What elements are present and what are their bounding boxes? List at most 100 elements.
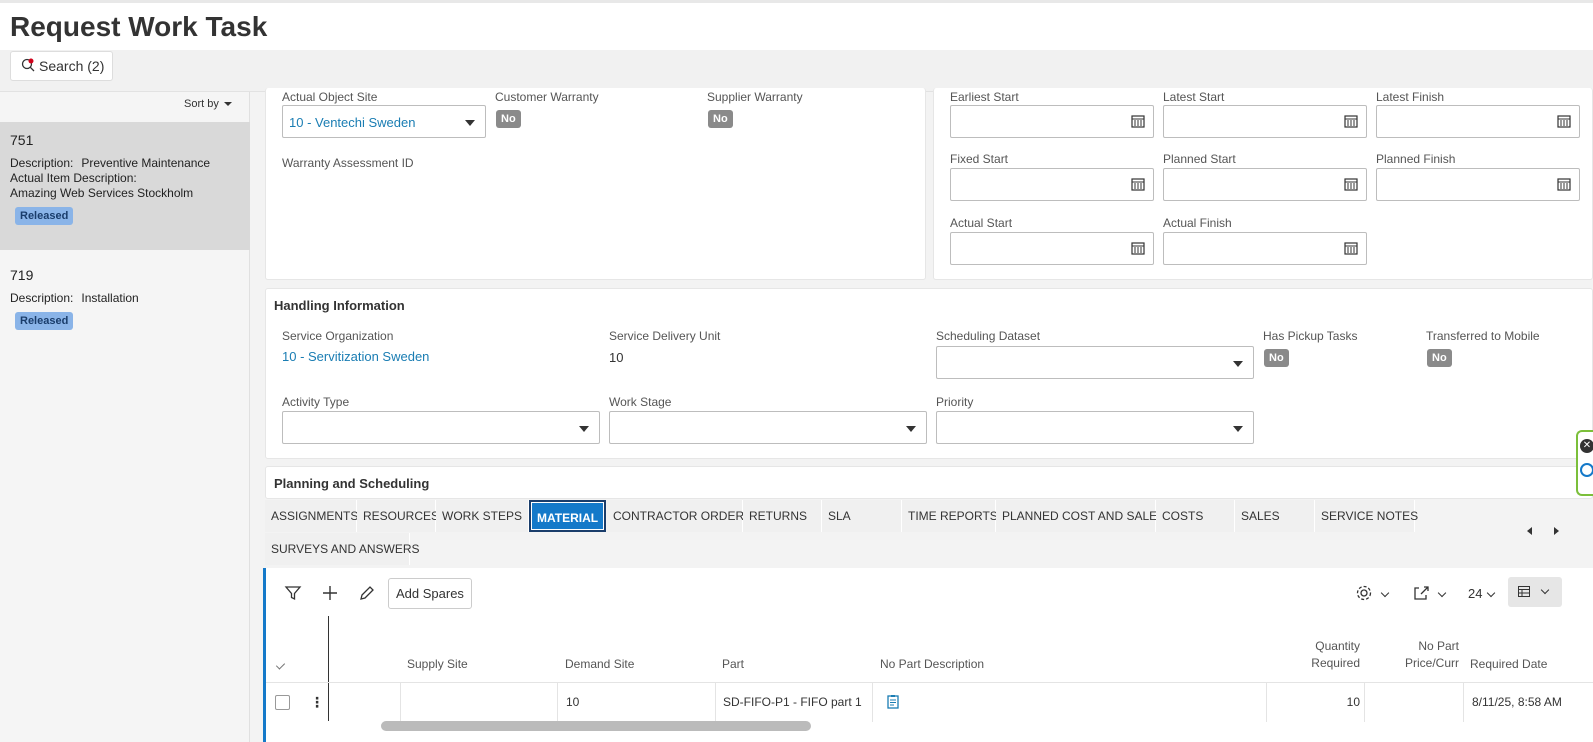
scheduling-dataset-select[interactable] — [936, 346, 1254, 379]
priority-select[interactable] — [936, 411, 1254, 444]
column-header-demand-site[interactable]: Demand Site — [565, 657, 634, 671]
page-header: Request Work Task — [0, 0, 1593, 50]
add-spares-button[interactable]: Add Spares — [388, 578, 472, 609]
tab-assignments[interactable]: ASSIGNMENTS — [265, 500, 358, 532]
status-badge: Released — [15, 312, 74, 330]
add-icon[interactable] — [321, 584, 339, 602]
chevron-down-icon — [223, 102, 232, 106]
chevron-down-icon[interactable] — [1437, 588, 1447, 598]
list-item[interactable]: 751 Description: Preventive Maintenance A… — [0, 122, 250, 250]
calendar-icon[interactable] — [1344, 241, 1358, 255]
tab-costs[interactable]: COSTS — [1156, 500, 1235, 532]
material-table: Add Spares 24 Supply Site Demand Site Pa… — [263, 568, 1593, 742]
globe-icon[interactable] — [1580, 463, 1593, 477]
actual-start-label: Actual Start — [950, 216, 1013, 230]
calendar-icon[interactable] — [1344, 177, 1358, 191]
fixed-start-label: Fixed Start — [950, 152, 1009, 166]
gear-icon[interactable] — [1355, 584, 1373, 602]
tab-material[interactable]: MATERIAL — [529, 500, 606, 532]
tab-resources[interactable]: RESOURCES — [357, 500, 439, 532]
tab-scroll-right-icon[interactable] — [1554, 527, 1559, 535]
transferred-to-mobile-badge: No — [1427, 349, 1452, 367]
search-button[interactable]: Search (2) — [10, 51, 114, 81]
close-icon[interactable]: ✕ — [1580, 439, 1593, 453]
service-delivery-unit-value: 10 — [609, 350, 624, 365]
column-header-part[interactable]: Part — [722, 657, 744, 671]
select-all-checkmark-icon[interactable] — [275, 660, 286, 670]
tab-returns[interactable]: RETURNS — [743, 500, 822, 532]
planning-scheduling-title: Planning and Scheduling — [274, 476, 430, 491]
work-stage-label: Work Stage — [609, 395, 672, 409]
activity-type-label: Activity Type — [282, 395, 350, 409]
actual-object-site-select[interactable]: 10 - Ventechi Sweden — [282, 105, 486, 138]
calendar-icon[interactable] — [1557, 177, 1571, 191]
tab-surveys-and-answers[interactable]: SURVEYS AND ANSWERS — [265, 533, 420, 565]
status-badge: Released — [15, 207, 74, 225]
column-header-quantity-line2: Required — [1311, 656, 1360, 670]
actual-start-field[interactable] — [950, 232, 1154, 265]
actual-finish-field[interactable] — [1163, 232, 1367, 265]
planned-finish-field[interactable] — [1376, 168, 1580, 201]
scheduling-dataset-label: Scheduling Dataset — [936, 329, 1041, 343]
edit-icon[interactable] — [358, 584, 376, 602]
record-list: Sort by 751 Description: Preventive Maint… — [0, 92, 250, 742]
demand-site-link[interactable]: 10 — [566, 695, 579, 709]
calendar-icon[interactable] — [1131, 241, 1145, 255]
tab-contractor-orders[interactable]: CONTRACTOR ORDERS — [607, 500, 752, 532]
supplier-warranty-label: Supplier Warranty — [707, 90, 803, 104]
page-size-value[interactable]: 24 — [1468, 586, 1482, 601]
latest-start-field[interactable] — [1163, 105, 1367, 138]
export-icon[interactable] — [1412, 584, 1430, 602]
earliest-start-field[interactable] — [950, 105, 1154, 138]
work-stage-select[interactable] — [609, 411, 927, 444]
handling-information-panel: Handling Information Service Organizatio… — [265, 288, 1593, 459]
tab-time-reports[interactable]: TIME REPORTS — [902, 500, 998, 532]
chevron-down-icon[interactable] — [1486, 588, 1496, 598]
column-header-no-part-description[interactable]: No Part Description — [880, 657, 984, 671]
planning-scheduling-panel[interactable]: Planning and Scheduling — [265, 466, 1593, 499]
tab-service-notes[interactable]: SERVICE NOTES — [1315, 500, 1418, 532]
view-switch-button[interactable] — [1508, 577, 1562, 607]
description-label: Description: — [10, 291, 74, 305]
tab-sla[interactable]: SLA — [822, 500, 902, 532]
chevron-down-icon — [1540, 585, 1550, 595]
column-header-supply-site[interactable]: Supply Site — [407, 657, 468, 671]
filter-icon[interactable] — [284, 584, 302, 602]
row-checkbox[interactable] — [275, 695, 290, 710]
calendar-icon[interactable] — [1344, 114, 1358, 128]
earliest-start-label: Earliest Start — [950, 90, 1019, 104]
activity-type-select[interactable] — [282, 411, 600, 444]
horizontal-scrollbar[interactable] — [381, 721, 811, 731]
list-item-id: 719 — [10, 267, 34, 283]
document-icon[interactable] — [887, 695, 899, 709]
column-header-required-date[interactable]: Required Date — [1470, 657, 1547, 671]
tab-sales[interactable]: SALES — [1235, 500, 1315, 532]
calendar-icon[interactable] — [1557, 114, 1571, 128]
chevron-down-icon — [1233, 426, 1243, 432]
actual-object-site-label: Actual Object Site — [282, 90, 378, 104]
quantity-required-value: 10 — [1346, 695, 1360, 709]
chevron-down-icon — [1233, 361, 1243, 367]
has-pickup-tasks-badge: No — [1264, 349, 1289, 367]
table-row[interactable]: ⋮ 10 SD-FIFO-P1 - FIFO part 1 10 8/11/25… — [266, 682, 1593, 722]
planned-start-field[interactable] — [1163, 168, 1367, 201]
warranty-assessment-label: Warranty Assessment ID — [282, 156, 414, 170]
column-header-price-line2: Price/Curr — [1404, 656, 1459, 670]
latest-finish-field[interactable] — [1376, 105, 1580, 138]
chevron-down-icon[interactable] — [1380, 588, 1390, 598]
list-item[interactable]: 719 Description: Installation Released — [0, 257, 250, 337]
part-link[interactable]: SD-FIFO-P1 - FIFO part 1 — [723, 695, 862, 709]
calendar-icon[interactable] — [1131, 177, 1145, 191]
service-organization-link[interactable]: 10 - Servitization Sweden — [282, 349, 429, 364]
tab-scroll-left-icon[interactable] — [1527, 527, 1532, 535]
sort-by-button[interactable]: Sort by — [184, 98, 232, 110]
column-header-quantity-required[interactable]: Quantity Required — [1308, 639, 1360, 670]
tab-planned-cost-and-sales[interactable]: PLANNED COST AND SALES — [996, 500, 1165, 532]
column-header-no-part-price[interactable]: No Part Price/Curr — [1399, 639, 1459, 670]
description-label: Description: — [10, 156, 74, 170]
calendar-icon[interactable] — [1131, 114, 1145, 128]
fixed-start-field[interactable] — [950, 168, 1154, 201]
tab-work-steps[interactable]: WORK STEPS — [436, 500, 529, 532]
side-assistant-widget[interactable]: ✕ — [1576, 430, 1593, 496]
row-menu-icon[interactable]: ⋮ — [310, 694, 324, 710]
